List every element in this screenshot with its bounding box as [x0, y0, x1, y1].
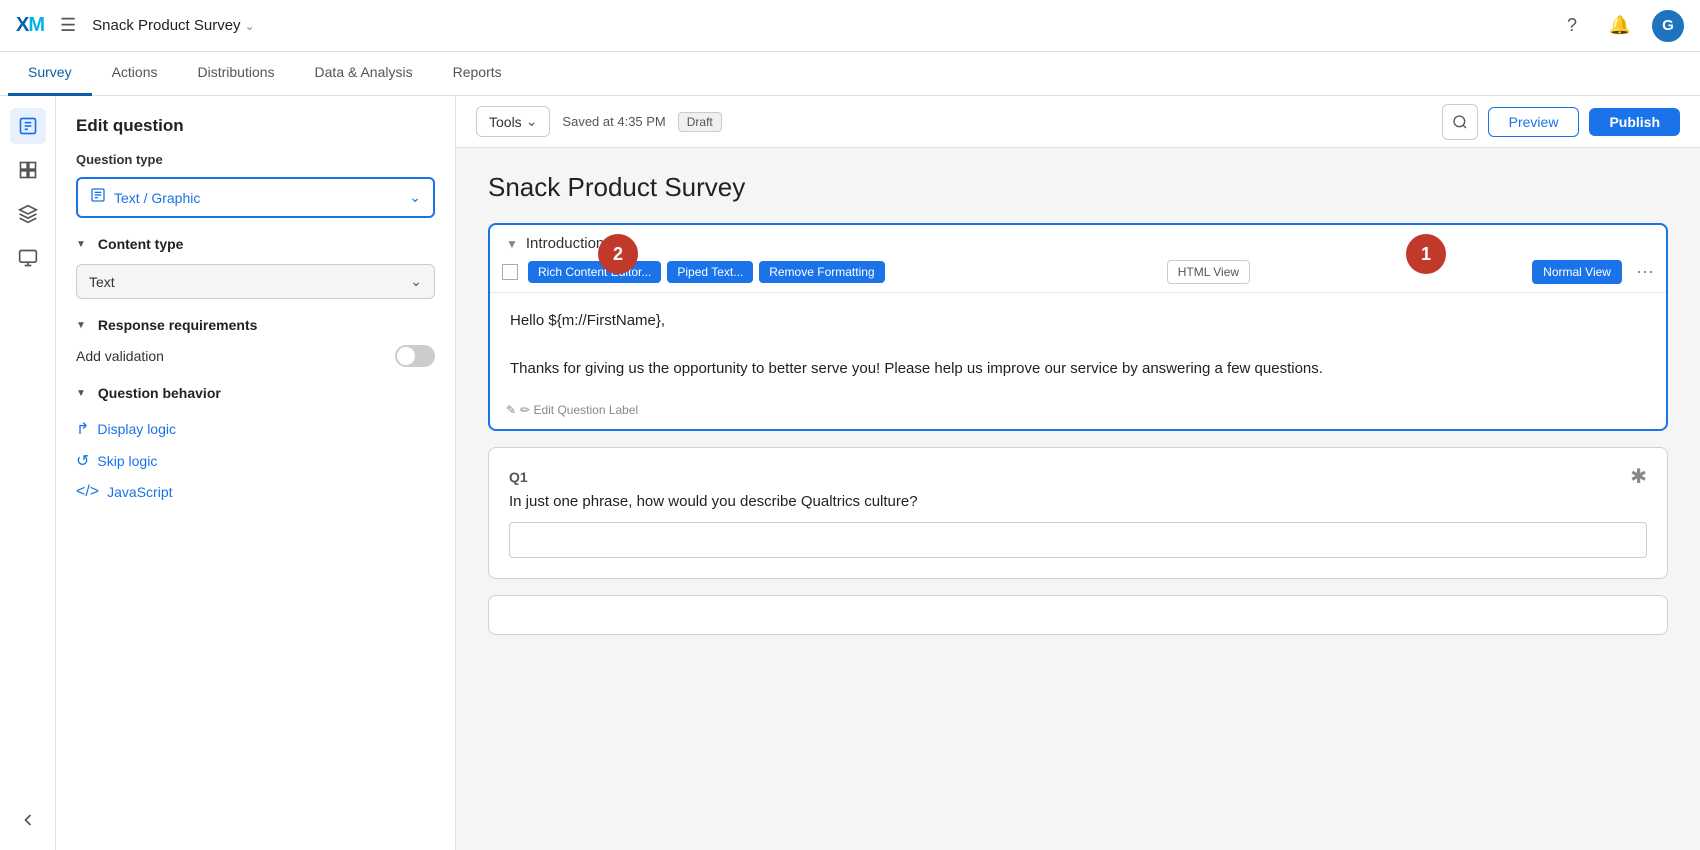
- normal-view-button[interactable]: Normal View: [1532, 260, 1622, 284]
- javascript-icon: </>: [76, 483, 99, 501]
- q1-id: Q1: [509, 469, 528, 485]
- intro-collapse-icon[interactable]: ▼: [506, 237, 518, 251]
- response-requirements-header[interactable]: ▼ Response requirements: [76, 317, 435, 333]
- question-type-dropdown[interactable]: Text / Graphic ⌄: [76, 177, 435, 218]
- skip-logic-label: Skip logic: [97, 453, 157, 469]
- edit-label-text: ✏ Edit Question Label: [520, 403, 638, 417]
- sidebar-icon-style[interactable]: [10, 196, 46, 232]
- top-bar: XM ☰ Snack Product Survey ⌄ ? 🔔 G: [0, 0, 1700, 52]
- display-logic-icon: ↱: [76, 419, 89, 439]
- tab-actions[interactable]: Actions: [92, 52, 178, 96]
- content-type-header[interactable]: ▼ Content type: [76, 236, 435, 252]
- javascript-label: JavaScript: [107, 484, 172, 500]
- content-type-section: ▼ Content type Text ⌄: [76, 236, 435, 299]
- html-view-button[interactable]: HTML View: [1167, 260, 1250, 284]
- content-type-title: Content type: [98, 236, 184, 252]
- intro-body: 2 Rich Content Editor... Piped Text... R…: [490, 252, 1666, 429]
- edit-question-title: Edit question: [76, 116, 435, 136]
- question-behavior-section: ▼ Question behavior ↱ Display logic ↺ Sk…: [76, 385, 435, 507]
- rich-content-editor-button[interactable]: Rich Content Editor...: [528, 261, 661, 283]
- circle-2: 2: [598, 234, 638, 274]
- edit-label-pencil-icon: ✎: [506, 403, 516, 417]
- content-type-caret-icon: ⌄: [410, 273, 422, 290]
- search-button[interactable]: [1442, 104, 1478, 140]
- rich-editor-toolbar: Rich Content Editor... Piped Text... Rem…: [490, 252, 1666, 293]
- sidebar-bottom: [10, 794, 46, 838]
- survey-title: Snack Product Survey: [488, 172, 1668, 203]
- q1-required-icon: ✱: [1630, 464, 1647, 489]
- sidebar-icon-blocks[interactable]: [10, 152, 46, 188]
- tools-caret-icon: ⌄: [526, 113, 538, 130]
- editor-more-icon[interactable]: ⋯: [1636, 262, 1654, 283]
- tab-distributions[interactable]: Distributions: [178, 52, 295, 96]
- skip-logic-icon: ↺: [76, 451, 89, 471]
- title-caret-icon: ⌄: [245, 19, 255, 33]
- content-type-arrow-icon: ▼: [76, 239, 86, 250]
- preview-button[interactable]: Preview: [1488, 107, 1580, 137]
- survey-title-text: Snack Product Survey: [92, 17, 240, 34]
- q1-header: Q1 ✱: [489, 448, 1667, 493]
- main-layout: Edit question Question type Text / Graph…: [0, 96, 1700, 850]
- sidebar-icon-survey[interactable]: [10, 108, 46, 144]
- saved-status: Saved at 4:35 PM: [562, 114, 665, 129]
- content-type-value: Text: [89, 274, 410, 290]
- tools-label: Tools: [489, 114, 522, 130]
- top-right-controls: ? 🔔 G: [1556, 10, 1684, 42]
- survey-canvas: Snack Product Survey ▼ Introduction 2 Ri…: [456, 148, 1700, 675]
- question-behavior-arrow-icon: ▼: [76, 388, 86, 399]
- xm-logo: XM: [16, 14, 44, 37]
- tab-reports[interactable]: Reports: [433, 52, 522, 96]
- add-validation-label: Add validation: [76, 348, 164, 364]
- javascript-link[interactable]: </> JavaScript: [76, 477, 435, 507]
- display-logic-label: Display logic: [97, 421, 176, 437]
- piped-text-button[interactable]: Piped Text...: [667, 261, 753, 283]
- question-type-value: Text / Graphic: [114, 190, 401, 206]
- nav-tabs: Survey Actions Distributions Data & Anal…: [0, 52, 1700, 96]
- validation-row: Add validation: [76, 345, 435, 367]
- q1-text: In just one phrase, how would you descri…: [489, 493, 1667, 522]
- draft-badge: Draft: [678, 112, 722, 132]
- q1-response-input[interactable]: [509, 522, 1647, 558]
- circle-1: 1: [1406, 234, 1446, 274]
- help-icon[interactable]: ?: [1556, 10, 1588, 42]
- skip-logic-link[interactable]: ↺ Skip logic: [76, 445, 435, 477]
- survey-title-top[interactable]: Snack Product Survey ⌄: [92, 17, 254, 34]
- icon-sidebar: [0, 96, 56, 850]
- remove-formatting-button[interactable]: Remove Formatting: [759, 261, 884, 283]
- editor-checkbox[interactable]: [502, 264, 518, 280]
- response-requirements-section: ▼ Response requirements Add validation: [76, 317, 435, 367]
- editor-toolbar: Tools ⌄ Saved at 4:35 PM Draft Preview P…: [456, 96, 1700, 148]
- intro-line1: Hello ${m://FirstName},: [510, 309, 1646, 333]
- content-area: Tools ⌄ Saved at 4:35 PM Draft Preview P…: [456, 96, 1700, 850]
- response-req-title: Response requirements: [98, 317, 258, 333]
- text-graphic-icon: [90, 187, 106, 208]
- sidebar-icon-tools[interactable]: [10, 240, 46, 276]
- question-type-label: Question type: [76, 152, 435, 167]
- sidebar-icon-collapse[interactable]: [10, 802, 46, 838]
- introduction-card: ▼ Introduction 2 Rich Content Editor... …: [488, 223, 1668, 431]
- validation-toggle[interactable]: [395, 345, 435, 367]
- q1-card: Q1 ✱ In just one phrase, how would you d…: [488, 447, 1668, 579]
- display-logic-link[interactable]: ↱ Display logic: [76, 413, 435, 445]
- content-type-dropdown[interactable]: Text ⌄: [76, 264, 435, 299]
- q2-card-partial: [488, 595, 1668, 635]
- tab-data-analysis[interactable]: Data & Analysis: [295, 52, 433, 96]
- editor-content[interactable]: Hello ${m://FirstName}, Thanks for givin…: [490, 293, 1666, 397]
- avatar[interactable]: G: [1652, 10, 1684, 42]
- question-behavior-header[interactable]: ▼ Question behavior: [76, 385, 435, 401]
- left-panel: Edit question Question type Text / Graph…: [56, 96, 456, 850]
- edit-question-label-link[interactable]: ✎ ✏ Edit Question Label: [490, 397, 1666, 429]
- intro-header: ▼ Introduction: [490, 225, 1666, 252]
- tools-button[interactable]: Tools ⌄: [476, 106, 550, 137]
- publish-button[interactable]: Publish: [1589, 108, 1680, 136]
- question-type-caret-icon: ⌄: [409, 189, 421, 206]
- tab-survey[interactable]: Survey: [8, 52, 92, 96]
- hamburger-menu[interactable]: ☰: [56, 11, 80, 40]
- question-behavior-title: Question behavior: [98, 385, 221, 401]
- intro-label: Introduction: [526, 235, 604, 252]
- intro-line2: Thanks for giving us the opportunity to …: [510, 357, 1646, 381]
- notifications-icon[interactable]: 🔔: [1604, 10, 1636, 42]
- toolbar-right: Preview Publish: [1442, 104, 1680, 140]
- response-req-arrow-icon: ▼: [76, 320, 86, 331]
